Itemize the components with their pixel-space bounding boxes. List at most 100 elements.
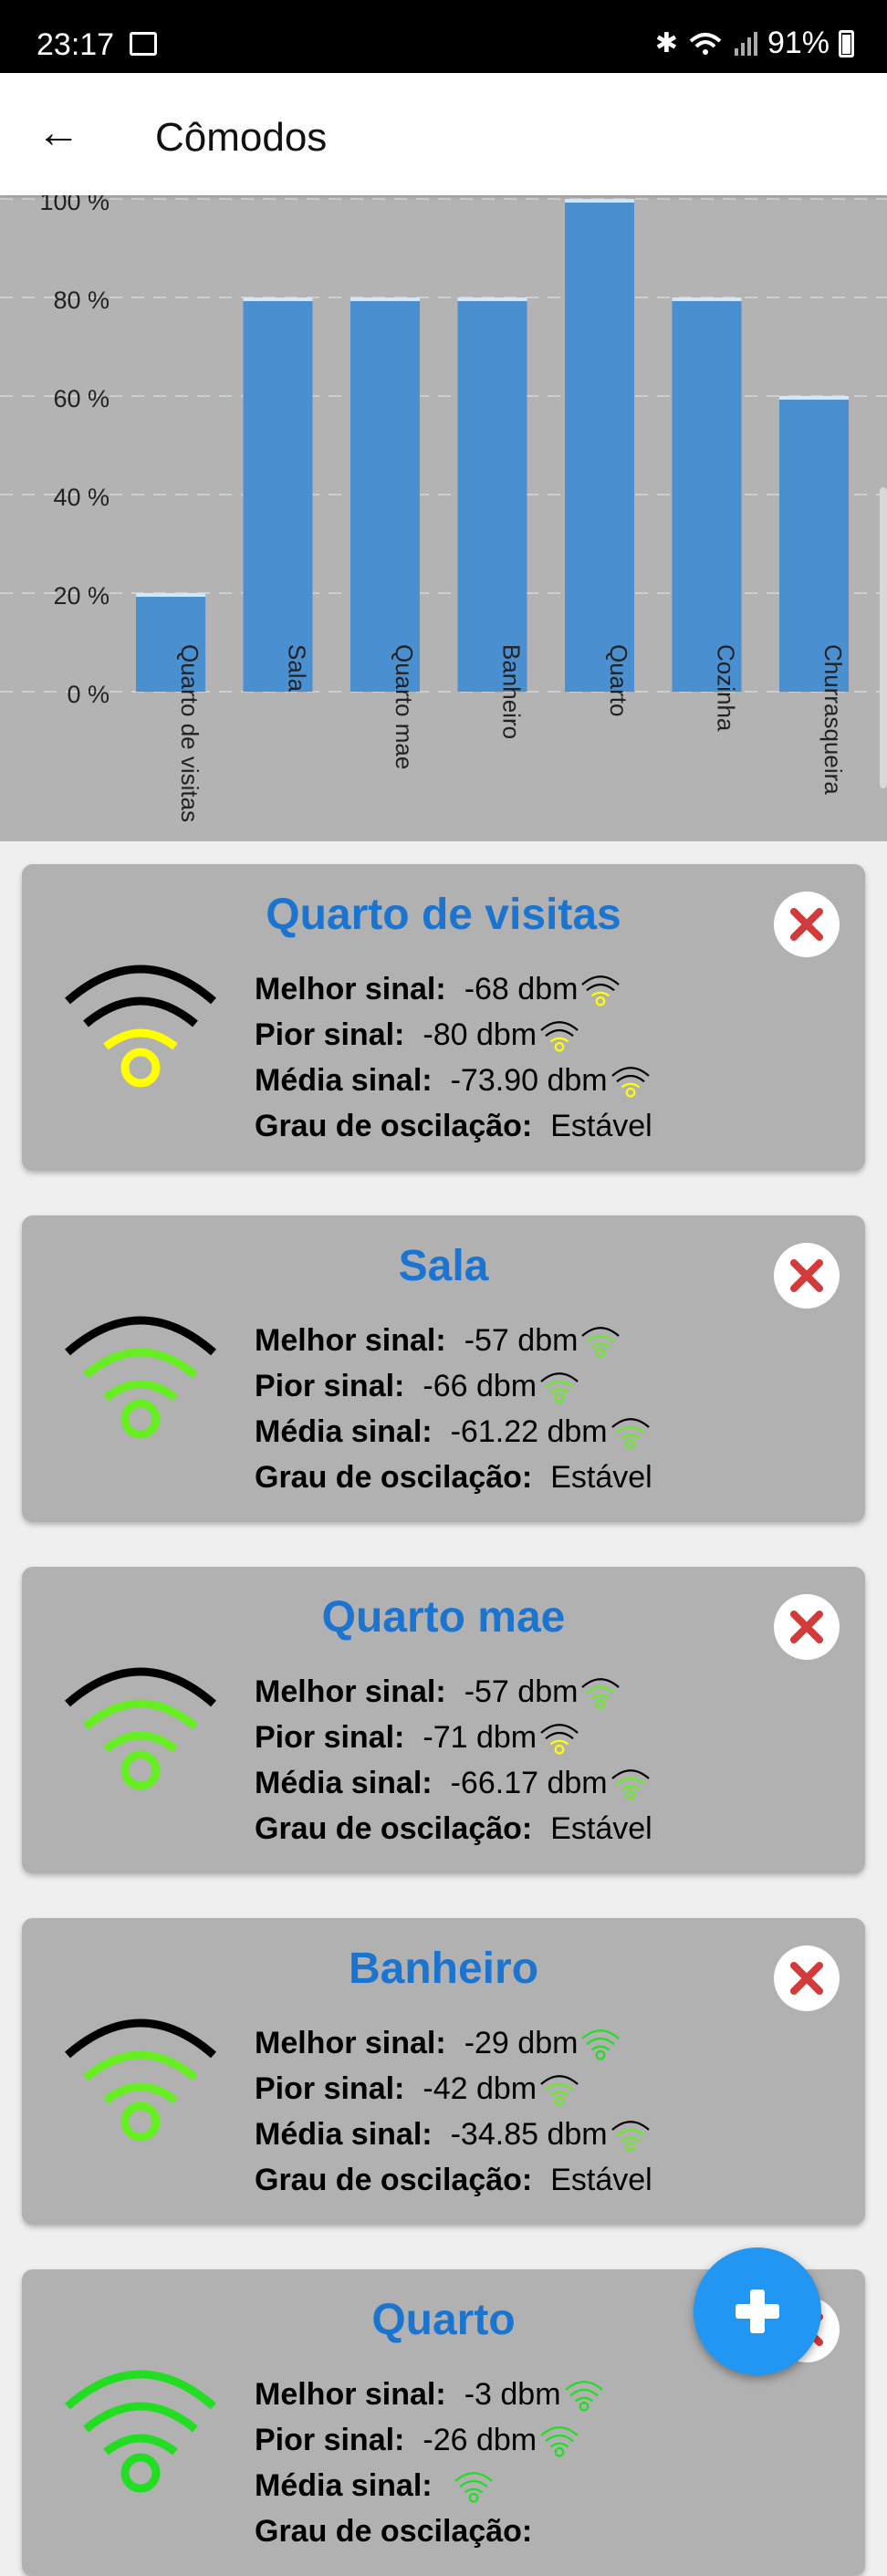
best-signal-label: Melhor sinal: xyxy=(255,1674,446,1709)
room-stats: Melhor sinal: -29 dbm Pior sinal: -42 dbm Mé… xyxy=(255,2020,652,2203)
oscillation-value: Estável xyxy=(550,2163,652,2197)
wifi-mini-icon xyxy=(540,1372,579,1403)
worst-signal-label: Pior sinal: xyxy=(255,1720,405,1755)
chart-bar-cap xyxy=(243,297,313,301)
plus-icon xyxy=(736,2289,779,2333)
chart-bar-cap xyxy=(350,297,420,301)
delete-room-button[interactable] xyxy=(774,1945,840,2011)
wifi-mini-icon xyxy=(581,2029,621,2060)
status-time: 23:17 xyxy=(37,27,115,62)
x-tick-label: Quarto xyxy=(605,644,632,717)
best-signal-row: Melhor sinal: -57 dbm xyxy=(255,1669,652,1715)
room-name: Quarto mae xyxy=(321,1593,566,1642)
page-title: Cômodos xyxy=(155,115,328,160)
delete-room-button[interactable] xyxy=(774,1594,840,1660)
room-card[interactable]: Quarto de visitas Melhor sinal: -68 dbm Pio… xyxy=(22,864,865,1171)
chart-bar-cap xyxy=(457,297,527,301)
worst-signal-row: Pior sinal: -66 dbm xyxy=(255,1363,652,1409)
room-card[interactable]: Banheiro Melhor sinal: -29 dbm Pior sinal: -… xyxy=(22,1918,865,2225)
oscillation-row: Grau de oscilação: Estável xyxy=(255,2157,652,2203)
wifi-signal-icon xyxy=(65,1316,216,1439)
average-signal-value: -66.17 dbm xyxy=(450,1766,608,1800)
oscillation-label: Grau de oscilação: xyxy=(255,2514,533,2549)
room-stats: Melhor sinal: -57 dbm Pior sinal: -71 dbm Mé… xyxy=(255,1669,652,1851)
room-name: Sala xyxy=(398,1242,489,1290)
chart-scrollbar[interactable] xyxy=(880,487,887,788)
oscillation-label: Grau de oscilação: xyxy=(255,1811,533,1846)
worst-signal-label: Pior sinal: xyxy=(255,2071,405,2106)
chart-bar xyxy=(243,297,313,692)
y-tick-label: 20 % xyxy=(53,582,110,610)
y-tick-label: 40 % xyxy=(53,484,110,511)
signal-bar-chart: 0 % 20 % 40 % 60 % 80 % 100 % Quarto de visita… xyxy=(0,195,887,841)
worst-signal-value: -26 dbm xyxy=(423,2423,537,2457)
wifi-mini-icon xyxy=(540,1021,579,1052)
chart-bar-cap xyxy=(779,396,849,400)
chart-bar xyxy=(350,297,420,692)
worst-signal-label: Pior sinal: xyxy=(255,1369,405,1403)
battery-percent: 91% xyxy=(767,26,830,60)
y-tick-label: 100 % xyxy=(39,195,110,215)
wifi-signal-icon xyxy=(65,965,216,1088)
delete-room-button[interactable] xyxy=(774,892,840,957)
wifi-signal-icon xyxy=(65,2370,216,2493)
average-signal-value: -34.85 dbm xyxy=(450,2117,608,2152)
chart-bar-cap xyxy=(672,297,742,301)
average-signal-label: Média sinal: xyxy=(255,2117,433,2152)
best-signal-label: Melhor sinal: xyxy=(255,1323,446,1358)
best-signal-value: -3 dbm xyxy=(464,2377,561,2412)
average-signal-label: Média sinal: xyxy=(255,1414,433,1449)
average-signal-label: Média sinal: xyxy=(255,2468,433,2503)
arrow-back-icon[interactable]: ← xyxy=(37,111,80,155)
wifi-mini-icon xyxy=(581,975,621,1006)
bluetooth-icon: ✱ xyxy=(654,28,678,58)
x-tick-label: Sala xyxy=(284,644,311,693)
x-tick-label: Quarto mae xyxy=(391,644,418,769)
y-tick-label: 60 % xyxy=(53,385,110,412)
close-icon xyxy=(790,908,823,941)
chart-bar xyxy=(672,297,742,692)
chart-bar-cap xyxy=(136,593,205,597)
app-bar: ← Cômodos xyxy=(0,73,887,195)
close-icon xyxy=(790,1962,823,1995)
worst-signal-value: -80 dbm xyxy=(423,1017,537,1052)
average-signal-row: Média sinal: -61.22 dbm xyxy=(255,1409,652,1455)
average-signal-label: Média sinal: xyxy=(255,1063,433,1098)
room-card[interactable]: Sala Melhor sinal: -57 dbm Pior sinal: -66 d… xyxy=(22,1215,865,1522)
x-tick-label: Churrasqueira xyxy=(819,644,847,795)
average-signal-value: -61.22 dbm xyxy=(450,1414,608,1449)
close-icon xyxy=(790,1611,823,1643)
average-signal-row: Média sinal: -34.85 dbm xyxy=(255,2112,652,2157)
add-room-button[interactable] xyxy=(694,2247,821,2375)
status-bar: 23:17 ✱ 91% xyxy=(0,0,887,73)
best-signal-label: Melhor sinal: xyxy=(255,972,446,1006)
worst-signal-row: Pior sinal: -71 dbm xyxy=(255,1715,652,1760)
worst-signal-value: -66 dbm xyxy=(423,1369,537,1403)
x-tick-label: Quarto de visitas xyxy=(176,644,203,822)
worst-signal-value: -71 dbm xyxy=(423,1720,537,1755)
worst-signal-row: Pior sinal: -42 dbm xyxy=(255,2066,652,2112)
room-stats: Melhor sinal: -57 dbm Pior sinal: -66 dbm Mé… xyxy=(255,1318,652,1500)
wifi-mini-icon xyxy=(610,1418,650,1449)
delete-room-button[interactable] xyxy=(774,1243,840,1309)
room-card[interactable]: Quarto mae Melhor sinal: -57 dbm Pior sinal… xyxy=(22,1567,865,1873)
wifi-mini-icon xyxy=(454,2472,493,2503)
wifi-mini-icon xyxy=(610,2121,650,2152)
oscillation-value: Estável xyxy=(550,1811,652,1846)
wifi-mini-icon xyxy=(540,2075,579,2106)
oscillation-row: Grau de oscilação: Estável xyxy=(255,1103,652,1149)
wifi-status-icon xyxy=(689,32,722,55)
x-tick-label: Cozinha xyxy=(713,644,740,732)
status-icons: ✱ 91% xyxy=(655,26,854,61)
cell-signal-icon xyxy=(734,31,757,56)
wifi-mini-icon xyxy=(564,2381,603,2412)
wifi-mini-icon xyxy=(581,1678,621,1709)
battery-icon xyxy=(839,29,854,57)
best-signal-label: Melhor sinal: xyxy=(255,2026,446,2060)
chart-svg: 0 % 20 % 40 % 60 % 80 % 100 % Quarto de visita… xyxy=(0,195,887,822)
oscillation-row: Grau de oscilação: Estável xyxy=(255,1455,652,1500)
worst-signal-row: Pior sinal: -80 dbm xyxy=(255,1012,652,1058)
average-signal-label: Média sinal: xyxy=(255,1766,433,1800)
chart-bar xyxy=(565,199,634,692)
y-tick-label: 80 % xyxy=(53,287,110,314)
